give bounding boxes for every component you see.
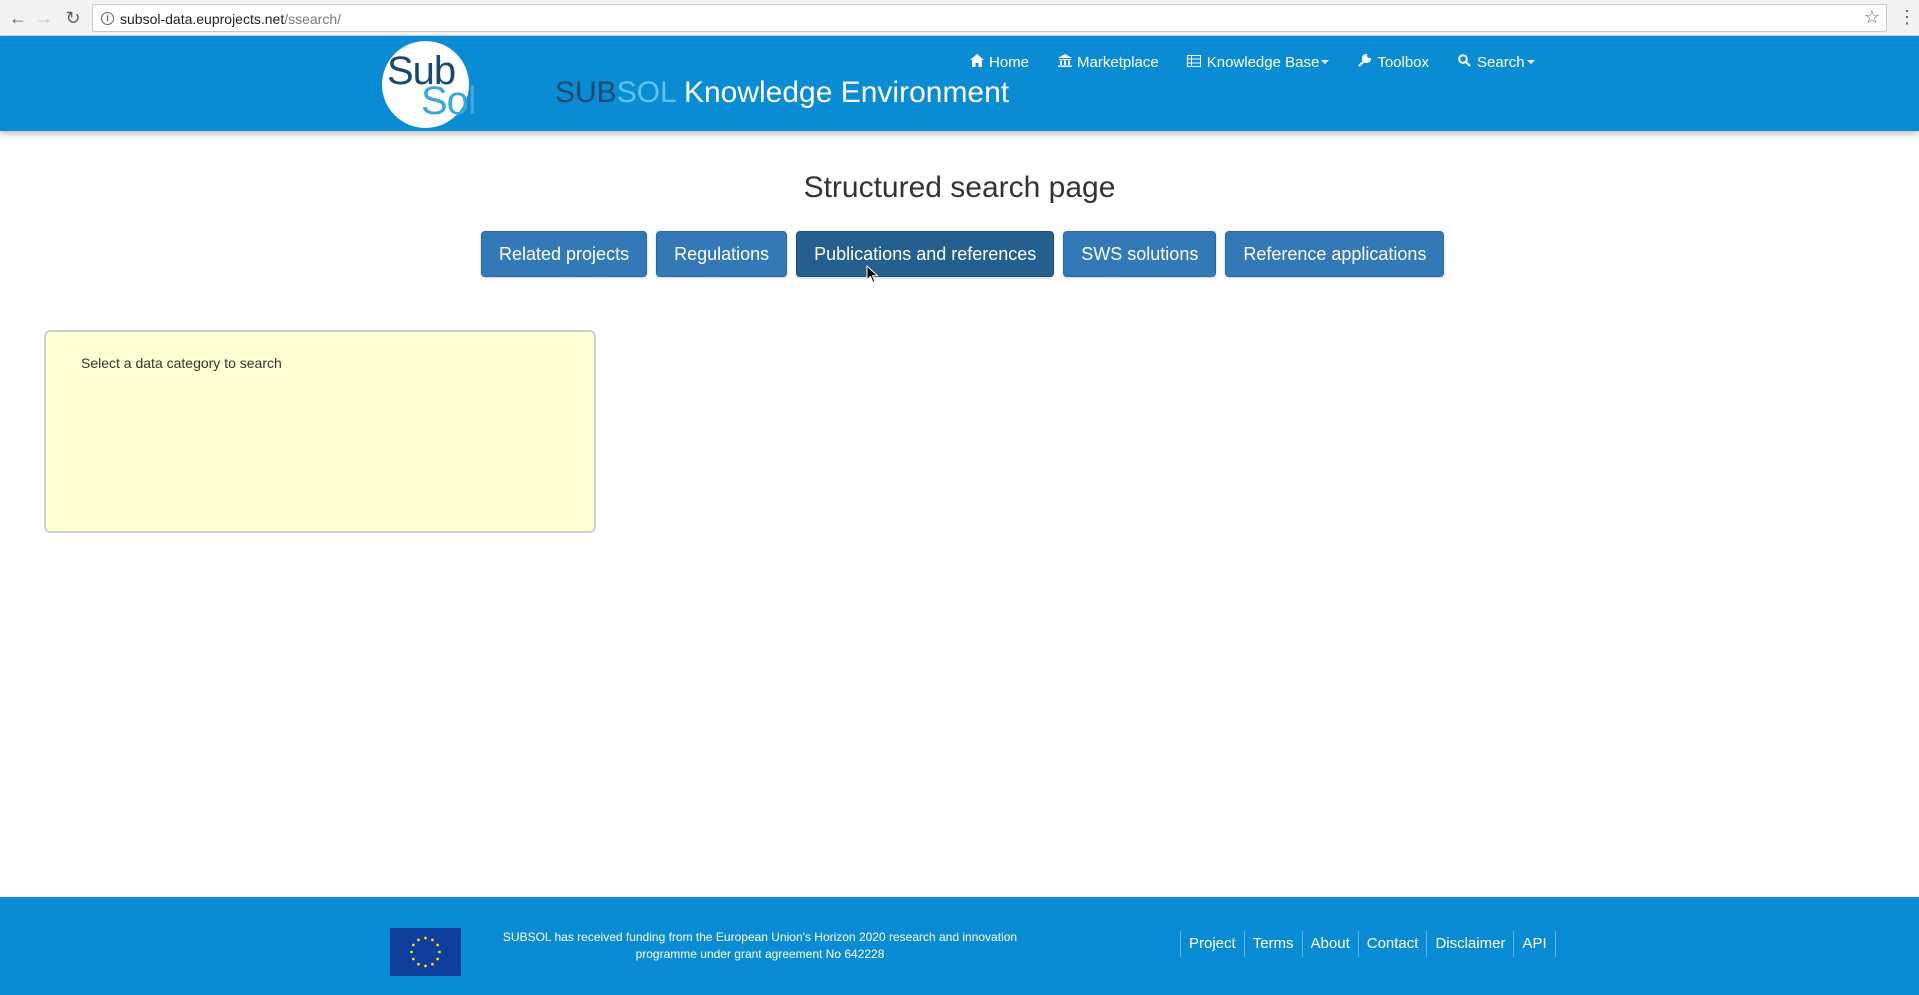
info-icon[interactable]: i (101, 12, 114, 25)
table-icon (1187, 54, 1202, 70)
bookmark-star-icon[interactable]: ☆ (1864, 7, 1880, 28)
regulations-button[interactable]: Regulations (656, 231, 788, 277)
brand-sol: SOL (616, 76, 676, 109)
site-footer: SUBSOL has received funding from the Eur… (0, 897, 1919, 995)
brand-sub: SUB (555, 76, 617, 109)
nav-home-label: Home (989, 53, 1030, 71)
back-arrow-icon[interactable]: ← (6, 6, 30, 30)
reference-applications-button[interactable]: Reference applications (1225, 231, 1445, 277)
url-host: subsol-data.euprojects.net (120, 11, 285, 27)
nav-marketplace[interactable]: Marketplace (1043, 50, 1173, 74)
chevron-down-icon (1321, 60, 1330, 64)
info-panel: Select a data category to search (44, 330, 596, 533)
eu-flag-icon (390, 928, 461, 976)
publications-button[interactable]: Publications and references (796, 231, 1055, 277)
info-message: Select a data category to search (81, 355, 282, 371)
top-nav: Home Marketplace Knowledge Base Toolbox (955, 50, 1549, 74)
related-projects-button[interactable]: Related projects (481, 231, 648, 277)
category-buttons: Related projects Regulations Publication… (481, 231, 1445, 277)
url-text[interactable]: subsol-data.euprojects.net/ssearch/ (120, 11, 341, 27)
wrench-icon (1357, 53, 1372, 70)
footer-link-terms[interactable]: Terms (1243, 931, 1302, 957)
nav-marketplace-label: Marketplace (1077, 53, 1159, 71)
footer-link-contact[interactable]: Contact (1357, 931, 1427, 957)
nav-knowledge-base[interactable]: Knowledge Base (1173, 50, 1344, 74)
logo-sol-text: Sol (421, 79, 477, 123)
url-path: /ssearch/ (284, 11, 342, 27)
nav-toolbox[interactable]: Toolbox (1343, 50, 1443, 74)
brand-rest: Knowledge Environment (675, 76, 1010, 109)
search-icon (1457, 54, 1472, 70)
page-title: Structured search page (803, 171, 1116, 204)
browser-menu-icon[interactable]: ⋮ (1898, 4, 1916, 30)
chevron-down-icon (1526, 60, 1535, 64)
nav-home[interactable]: Home (955, 50, 1043, 74)
address-bar[interactable]: i subsol-data.euprojects.net/ssearch/ ☆ (92, 4, 1887, 32)
bank-icon (1057, 54, 1072, 70)
subsol-logo[interactable]: Sub Sol (382, 41, 477, 128)
site-title: SUBSOL Knowledge Environment (555, 76, 1009, 110)
footer-link-project[interactable]: Project (1180, 931, 1244, 957)
footer-link-disclaimer[interactable]: Disclaimer (1426, 931, 1513, 957)
site-header: Sub Sol SUBSOL Knowledge Environment Hom… (0, 36, 1919, 131)
mouse-cursor-icon (866, 264, 879, 289)
nav-toolbox-label: Toolbox (1377, 53, 1430, 71)
nav-search[interactable]: Search (1443, 50, 1549, 74)
reload-icon[interactable]: ↻ (61, 6, 85, 30)
footer-links: Project Terms About Contact Disclaimer A… (1180, 931, 1556, 957)
browser-toolbar: ← → ↻ i subsol-data.euprojects.net/ssear… (0, 0, 1919, 36)
sws-solutions-button[interactable]: SWS solutions (1063, 231, 1217, 277)
nav-search-label: Search (1477, 53, 1525, 71)
forward-arrow-icon[interactable]: → (32, 6, 56, 30)
funding-notice: SUBSOL has received funding from the Eur… (502, 930, 1018, 961)
home-icon (969, 54, 984, 70)
nav-knowledge-base-label: Knowledge Base (1206, 53, 1320, 71)
footer-link-api[interactable]: API (1513, 931, 1556, 957)
footer-link-about[interactable]: About (1301, 931, 1358, 957)
